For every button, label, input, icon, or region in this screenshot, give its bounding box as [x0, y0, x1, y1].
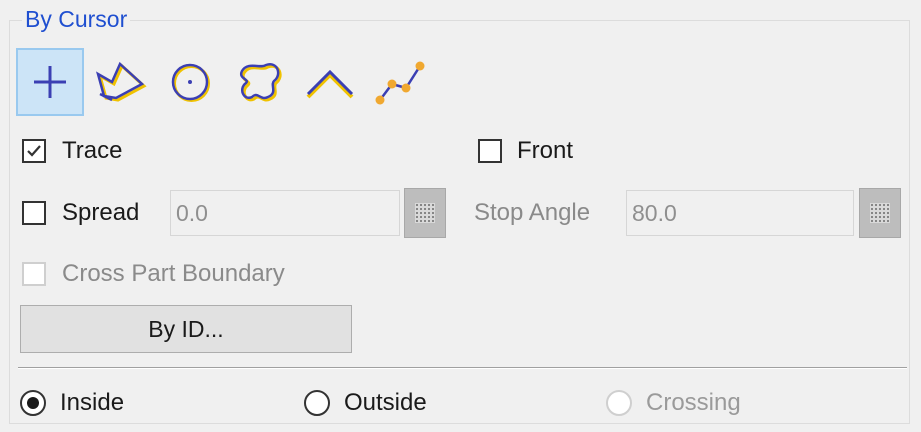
trace-checkbox[interactable]	[22, 139, 46, 163]
spread-input[interactable]: 0.0	[170, 190, 400, 236]
polyline-select-icon	[306, 69, 354, 99]
crossing-label: Crossing	[646, 389, 741, 416]
check-mark-icon	[27, 145, 41, 157]
separator	[18, 367, 907, 369]
outside-radio[interactable]	[304, 390, 330, 416]
inside-label: Inside	[60, 389, 125, 416]
single-select-icon	[34, 66, 66, 98]
by-id-button[interactable]: By ID...	[20, 305, 352, 353]
polyline-select-tool-button[interactable]	[296, 48, 364, 116]
cross-part-boundary-checkbox[interactable]	[22, 262, 46, 286]
front-label: Front	[517, 137, 574, 164]
stop-angle-picker-button[interactable]	[859, 188, 901, 238]
spread-checkbox[interactable]	[22, 201, 46, 225]
polygon-select-tool-button[interactable]	[86, 48, 154, 116]
group-title: By Cursor	[22, 6, 131, 32]
picker-icon	[870, 203, 890, 223]
freehand-select-tool-button[interactable]	[226, 48, 294, 116]
single-select-tool-button[interactable]	[16, 48, 84, 116]
crossing-radio[interactable]	[606, 390, 632, 416]
polygon-select-icon	[96, 61, 147, 102]
freehand-select-icon	[239, 63, 282, 102]
path-select-icon	[375, 61, 425, 105]
cross-part-boundary-label: Cross Part Boundary	[62, 260, 285, 287]
spread-picker-button[interactable]	[404, 188, 446, 238]
stop-angle-input[interactable]: 80.0	[626, 190, 854, 236]
spread-label: Spread	[62, 199, 140, 226]
path-select-tool-button[interactable]	[366, 48, 434, 116]
outside-label: Outside	[344, 389, 427, 416]
circle-select-icon	[171, 63, 210, 102]
front-checkbox[interactable]	[478, 139, 502, 163]
inside-radio[interactable]	[20, 390, 46, 416]
trace-label: Trace	[62, 137, 123, 164]
picker-icon	[415, 203, 435, 223]
stop-angle-label: Stop Angle	[474, 199, 591, 226]
circle-select-tool-button[interactable]	[156, 48, 224, 116]
